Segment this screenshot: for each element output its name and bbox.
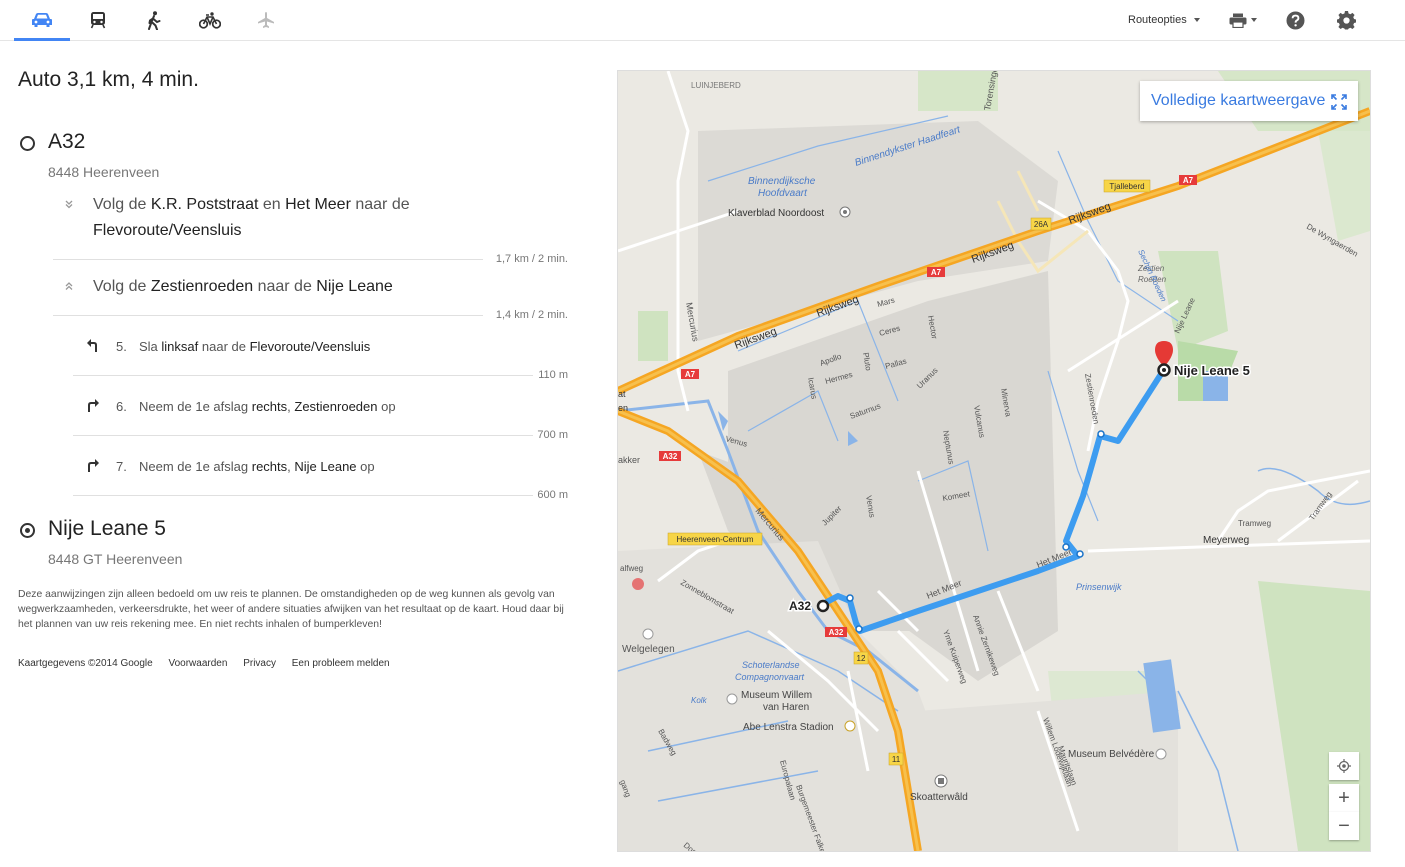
- zoom-out-button[interactable]: −: [1329, 812, 1359, 840]
- full-map-view-button[interactable]: Volledige kaartweergave: [1140, 81, 1358, 121]
- svg-text:A32: A32: [663, 452, 678, 461]
- print-icon: [1229, 13, 1247, 28]
- divider: [53, 315, 483, 316]
- travel-mode-bar: Routeopties: [0, 0, 1405, 41]
- svg-text:Prinsenwijk: Prinsenwijk: [1076, 582, 1122, 592]
- svg-text:at: at: [618, 389, 626, 399]
- svg-text:Tramweg: Tramweg: [1238, 519, 1271, 528]
- mode-car-tab[interactable]: [14, 0, 70, 41]
- mode-bicycle-tab[interactable]: [182, 0, 238, 40]
- footer: Kaartgegevens ©2014 Google Voorwaarden P…: [18, 658, 403, 669]
- divider: [73, 375, 533, 376]
- svg-text:Schoterlandse: Schoterlandse: [742, 660, 800, 670]
- step-distance: 600 m: [537, 489, 568, 501]
- map-origin-label: A32: [789, 599, 811, 613]
- svg-text:Museum Belvédère: Museum Belvédère: [1068, 749, 1155, 760]
- bicycle-icon: [199, 11, 221, 29]
- help-button[interactable]: [1286, 0, 1305, 40]
- svg-text:A7: A7: [685, 370, 696, 379]
- svg-text:A7: A7: [1183, 176, 1194, 185]
- svg-text:Skoatterwâld: Skoatterwâld: [910, 792, 968, 803]
- origin-circle-icon: [20, 136, 35, 151]
- svg-text:Binnendijksche: Binnendijksche: [748, 176, 816, 187]
- svg-text:van Haren: van Haren: [763, 702, 809, 713]
- copyright-text: Kaartgegevens ©2014 Google: [18, 658, 153, 669]
- airplane-icon: [258, 12, 274, 28]
- origin-address: 8448 Heerenveen: [48, 164, 160, 180]
- route-group-expanded[interactable]: Volg de Zestienroeden naar de Nije Leane: [62, 274, 532, 304]
- svg-text:en: en: [618, 403, 628, 413]
- my-location-button[interactable]: [1329, 752, 1359, 780]
- svg-text:Museum Willem: Museum Willem: [741, 690, 812, 701]
- route-group-text: Volg de Zestienroeden naar de Nije Leane: [93, 278, 393, 295]
- svg-text:26A: 26A: [1034, 220, 1049, 229]
- svg-text:Compagnonvaart: Compagnonvaart: [735, 672, 805, 682]
- full-map-view-label: Volledige kaartweergave: [1151, 92, 1326, 109]
- step-distance: 110 m: [538, 369, 568, 381]
- svg-text:A7: A7: [931, 268, 942, 277]
- turn-left-icon: [87, 339, 97, 352]
- divider: [73, 435, 533, 436]
- chevron-double-down-icon: [65, 200, 73, 209]
- mode-flight-tab[interactable]: [238, 0, 294, 40]
- svg-text:11: 11: [892, 755, 901, 764]
- fullscreen-icon: [1331, 94, 1347, 110]
- route-options-dropdown[interactable]: Routeopties: [1128, 0, 1200, 40]
- mode-walking-tab[interactable]: [126, 0, 182, 40]
- route-group-text: Volg de K.R. Poststraat en Het Meer naar…: [93, 196, 410, 239]
- zoom-in-button[interactable]: +: [1329, 784, 1359, 812]
- svg-text:Hoofdvaart: Hoofdvaart: [758, 188, 808, 199]
- route-group-distance: 1,4 km / 2 min.: [495, 309, 568, 321]
- terms-link[interactable]: Voorwaarden: [168, 658, 227, 669]
- car-icon: [32, 13, 52, 27]
- turn-right-icon: [88, 399, 99, 412]
- mode-transit-tab[interactable]: [70, 0, 126, 40]
- privacy-link[interactable]: Privacy: [243, 658, 276, 669]
- turn-right-icon: [88, 459, 99, 472]
- svg-text:Tjalleberd: Tjalleberd: [1109, 182, 1144, 191]
- help-icon: [1286, 11, 1305, 29]
- route-group-distance: 1,7 km / 2 min.: [495, 253, 568, 265]
- route-group-collapsed[interactable]: Volg de K.R. Poststraat en Het Meer naar…: [62, 192, 532, 246]
- map-canvas: A7 A7 A7 A32 A32 26A 12 11 Tjalleberd He…: [618, 71, 1370, 851]
- zoom-in-icon: +: [1338, 786, 1350, 809]
- disclaimer-text: Deze aanwijzingen zijn alleen bedoeld om…: [18, 589, 564, 630]
- destination-address: 8448 GT Heerenveen: [48, 551, 183, 567]
- svg-text:Welgelegen: Welgelegen: [622, 644, 675, 655]
- route-map[interactable]: A7 A7 A7 A32 A32 26A 12 11 Tjalleberd He…: [617, 70, 1371, 852]
- chevron-double-up-icon: [65, 282, 73, 290]
- svg-text:alfweg: alfweg: [620, 564, 643, 573]
- route-options-label: Routeopties: [1128, 14, 1187, 26]
- svg-text:LUINJEBERD: LUINJEBERD: [691, 81, 741, 90]
- chevron-down-icon: [1193, 18, 1200, 22]
- transit-icon: [90, 12, 106, 29]
- svg-text:Heerenveen-Centrum: Heerenveen-Centrum: [677, 535, 754, 544]
- svg-text:Abe Lenstra Stadion: Abe Lenstra Stadion: [743, 722, 834, 733]
- settings-button[interactable]: [1337, 0, 1356, 40]
- route-summary: Auto 3,1 km, 4 min.: [18, 68, 199, 91]
- svg-text:A32: A32: [829, 628, 844, 637]
- destination-circle-icon: [20, 523, 35, 538]
- divider: [53, 259, 483, 260]
- origin-name: A32: [48, 130, 86, 153]
- walking-icon: [148, 10, 161, 30]
- destination-name: Nije Leane 5: [48, 517, 166, 540]
- map-destination-label: Nije Leane 5: [1174, 363, 1250, 378]
- divider: [73, 495, 533, 496]
- report-problem-link[interactable]: Een probleem melden: [292, 658, 390, 669]
- step-distance: 700 m: [537, 429, 568, 441]
- svg-text:Klaverblad Noordoost: Klaverblad Noordoost: [728, 208, 824, 219]
- print-button[interactable]: [1229, 0, 1257, 40]
- svg-text:12: 12: [857, 654, 866, 663]
- my-location-icon: [1337, 759, 1351, 773]
- chevron-down-icon: [1251, 18, 1257, 22]
- gear-icon: [1337, 10, 1356, 30]
- svg-text:Kolk: Kolk: [691, 696, 708, 705]
- svg-text:akker: akker: [618, 455, 640, 465]
- zoom-out-icon: −: [1338, 814, 1350, 837]
- svg-text:Meyerweg: Meyerweg: [1203, 535, 1249, 546]
